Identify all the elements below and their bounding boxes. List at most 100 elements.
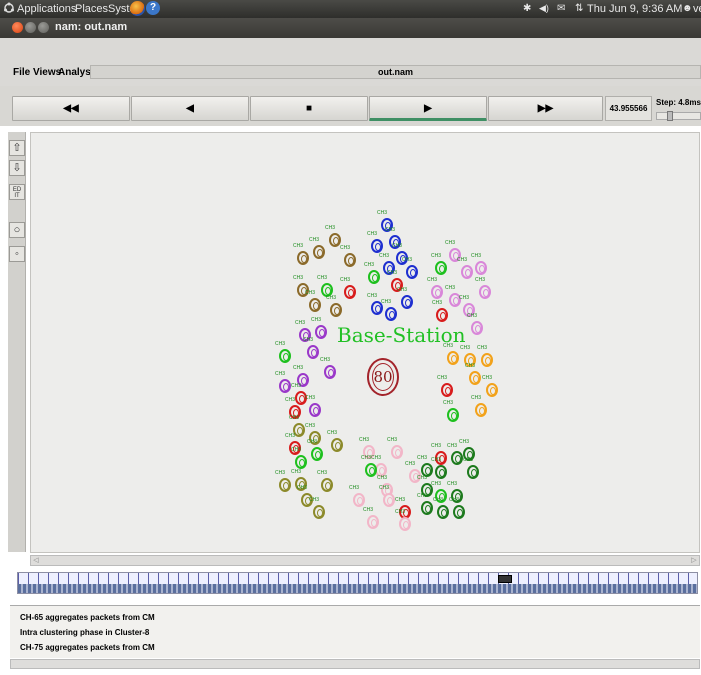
volume-icon[interactable]: ◀) bbox=[539, 3, 549, 14]
canvas-horizontal-scrollbar[interactable]: ◁ ▷ bbox=[30, 555, 700, 566]
sensor-node[interactable] bbox=[437, 505, 449, 519]
log-line: CH-75 aggregates packets from CM bbox=[20, 643, 155, 652]
step-slider[interactable] bbox=[656, 111, 701, 121]
annotation-scrollbar[interactable] bbox=[10, 659, 700, 669]
sensor-node[interactable] bbox=[279, 379, 291, 393]
zoom-in-icon[interactable]: ⇧ bbox=[9, 140, 25, 156]
stop-button[interactable]: ■ bbox=[250, 96, 368, 121]
sensor-node[interactable] bbox=[311, 447, 323, 461]
sensor-node[interactable] bbox=[324, 365, 336, 379]
timeline-marker[interactable] bbox=[498, 575, 512, 583]
sensor-node[interactable] bbox=[406, 265, 418, 279]
sensor-node[interactable] bbox=[279, 478, 291, 492]
sensor-node[interactable] bbox=[447, 408, 459, 422]
step-back-button[interactable]: ◀ bbox=[131, 96, 249, 121]
firefox-icon[interactable] bbox=[130, 1, 145, 16]
sensor-node[interactable] bbox=[368, 270, 380, 284]
sensor-node[interactable] bbox=[453, 505, 465, 519]
sensor-node[interactable] bbox=[331, 438, 343, 452]
node-label: CH3 bbox=[405, 461, 416, 467]
sensor-node[interactable] bbox=[307, 345, 319, 359]
tool-button-1[interactable]: ○ bbox=[9, 222, 25, 238]
sensor-node[interactable] bbox=[313, 505, 325, 519]
places-menu[interactable]: Places bbox=[75, 3, 108, 15]
sensor-node[interactable] bbox=[309, 298, 321, 312]
sensor-node[interactable] bbox=[435, 465, 447, 479]
sensor-node[interactable] bbox=[344, 253, 356, 267]
sensor-node[interactable] bbox=[295, 455, 307, 469]
user-name[interactable]: veeru bbox=[693, 3, 701, 15]
node-label: CH3 bbox=[475, 277, 486, 283]
scroll-right-icon[interactable]: ▷ bbox=[689, 556, 699, 565]
sensor-node[interactable] bbox=[486, 383, 498, 397]
node-label: CH3 bbox=[449, 497, 460, 503]
help-icon[interactable]: ? bbox=[146, 1, 160, 15]
edit-icon[interactable]: ED IT bbox=[9, 184, 25, 200]
node-label: CH3 bbox=[291, 447, 302, 453]
timeline-slider[interactable] bbox=[17, 572, 698, 594]
sensor-node[interactable] bbox=[383, 493, 395, 507]
sensor-node[interactable] bbox=[479, 285, 491, 299]
zoom-out-icon[interactable]: ⇩ bbox=[9, 160, 25, 176]
step-slider-knob[interactable] bbox=[667, 111, 673, 121]
sensor-node[interactable] bbox=[367, 515, 379, 529]
sensor-node[interactable] bbox=[431, 285, 443, 299]
base-station-node[interactable]: 80 bbox=[367, 358, 399, 396]
clock[interactable]: Thu Jun 9, 9:36 AM bbox=[587, 3, 682, 15]
node-label: CH3 bbox=[431, 443, 442, 449]
sensor-node[interactable] bbox=[353, 493, 365, 507]
sensor-node[interactable] bbox=[313, 245, 325, 259]
sensor-node[interactable] bbox=[371, 239, 383, 253]
rewind-button[interactable]: ◀◀ bbox=[12, 96, 130, 121]
maximize-icon[interactable] bbox=[38, 22, 49, 33]
sensor-node[interactable] bbox=[315, 325, 327, 339]
node-label: CH3 bbox=[377, 210, 388, 216]
sensor-node[interactable] bbox=[421, 501, 433, 515]
sensor-node[interactable] bbox=[344, 285, 356, 299]
node-label: CH3 bbox=[463, 457, 474, 463]
tool-button-2[interactable]: ◦ bbox=[9, 246, 25, 262]
sensor-node[interactable] bbox=[469, 371, 481, 385]
fast-forward-button[interactable]: ▶▶ bbox=[488, 96, 603, 121]
sensor-node[interactable] bbox=[451, 451, 463, 465]
sensor-node[interactable] bbox=[436, 308, 448, 322]
sensor-node[interactable] bbox=[330, 303, 342, 317]
sensor-node[interactable] bbox=[481, 353, 493, 367]
sensor-node[interactable] bbox=[435, 261, 447, 275]
bluetooth-icon[interactable]: ✱ bbox=[523, 3, 531, 14]
ubuntu-logo-icon[interactable] bbox=[3, 2, 15, 14]
play-button[interactable]: ▶ bbox=[369, 96, 487, 121]
minimize-icon[interactable] bbox=[25, 22, 36, 33]
scroll-left-icon[interactable]: ◁ bbox=[31, 556, 41, 565]
sensor-node[interactable] bbox=[475, 403, 487, 417]
network-canvas[interactable]: CH3 CH3 CH3 CH3 CH3 CH3 CH3 CH3 CH3 CH3 CH3 CH3 CH3 C… bbox=[30, 132, 700, 553]
sensor-node[interactable] bbox=[461, 265, 473, 279]
sensor-node[interactable] bbox=[321, 478, 333, 492]
node-label: CH3 bbox=[471, 395, 482, 401]
applications-menu[interactable]: Applications bbox=[17, 3, 76, 15]
sensor-node[interactable] bbox=[475, 261, 487, 275]
sensor-node[interactable] bbox=[297, 251, 309, 265]
node-label: CH3 bbox=[392, 243, 403, 249]
filename-display: out.nam bbox=[90, 65, 701, 79]
sensor-node[interactable] bbox=[441, 383, 453, 397]
window-title: nam: out.nam bbox=[55, 21, 128, 33]
sensor-node[interactable] bbox=[309, 403, 321, 417]
user-icon[interactable]: ☻ bbox=[682, 3, 693, 14]
mail-icon[interactable]: ✉ bbox=[557, 3, 565, 14]
log-line: CH-65 aggregates packets from CM bbox=[20, 613, 155, 622]
node-label: CH3 bbox=[295, 320, 306, 326]
network-icon[interactable]: ⇅ bbox=[575, 3, 583, 14]
sensor-node[interactable] bbox=[447, 351, 459, 365]
sensor-node[interactable] bbox=[279, 349, 291, 363]
sensor-node[interactable] bbox=[365, 463, 377, 477]
sensor-node[interactable] bbox=[399, 517, 411, 531]
sensor-node[interactable] bbox=[471, 321, 483, 335]
close-icon[interactable] bbox=[12, 22, 23, 33]
sensor-node[interactable] bbox=[385, 307, 397, 321]
views-menu[interactable]: Views bbox=[33, 67, 61, 78]
sensor-node[interactable] bbox=[467, 465, 479, 479]
sensor-node[interactable] bbox=[401, 295, 413, 309]
file-menu[interactable]: File bbox=[13, 67, 30, 78]
sensor-node[interactable] bbox=[391, 445, 403, 459]
